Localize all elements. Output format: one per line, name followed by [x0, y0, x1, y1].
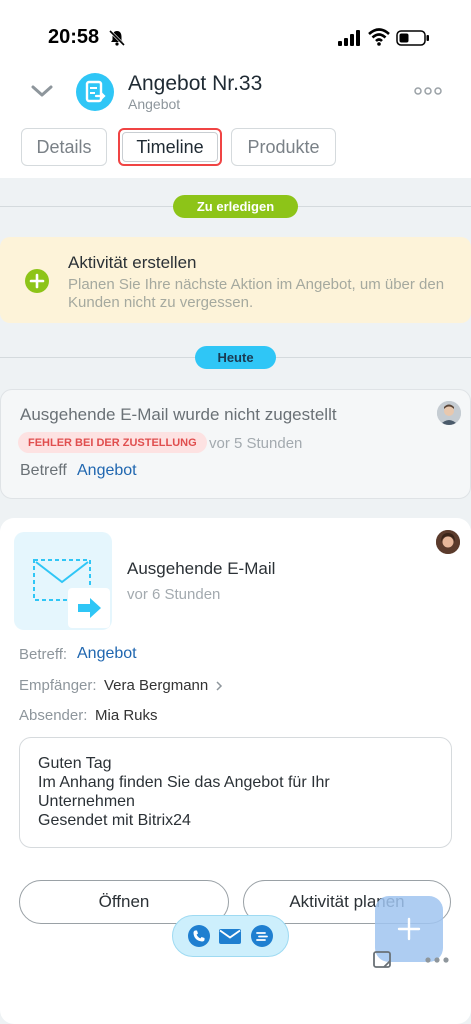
communication-bar — [172, 915, 289, 957]
sender-label: Absender: — [19, 707, 88, 724]
avatar — [436, 530, 460, 554]
message-line: Guten Tag — [38, 755, 112, 772]
battery-icon — [396, 30, 429, 46]
more-icon[interactable] — [424, 955, 450, 965]
recipient-name: Vera Bergmann — [104, 677, 209, 694]
failed-email-title: Ausgehende E-Mail wurde nicht zugestellt — [20, 405, 337, 424]
subject-link[interactable]: Angebot — [77, 645, 137, 663]
recipient-label: Empfänger: — [19, 677, 97, 694]
mail-icon[interactable] — [218, 926, 242, 946]
message-line: Gesendet mit Bitrix24 — [38, 812, 191, 829]
tab-details[interactable]: Details — [21, 128, 107, 166]
phone-icon[interactable] — [187, 924, 211, 948]
email-title: Ausgehende E-Mail — [127, 559, 276, 578]
entity-title: Angebot Nr.33 — [128, 72, 263, 95]
tab-timeline[interactable]: Timeline — [118, 128, 222, 166]
avatar — [437, 401, 461, 425]
wifi-icon — [368, 28, 390, 46]
create-activity-card[interactable]: Aktivität erstellen Planen Sie Ihre näch… — [0, 237, 471, 323]
create-activity-description: Planen Sie Ihre nächste Aktion im Angebo… — [68, 276, 445, 311]
subject-label: Betreff — [20, 462, 67, 479]
recipient-link[interactable]: Vera Bergmann — [104, 677, 224, 694]
error-status-badge: FEHLER BEI DER ZUSTELLUNG — [18, 432, 207, 453]
message-line: Im Anhang finden Sie das Angebot für Ihr — [38, 774, 330, 791]
more-icon[interactable] — [414, 86, 442, 96]
chevron-right-icon — [216, 681, 223, 691]
plus-circle-icon — [25, 269, 49, 293]
email-message-body: Guten Tag Im Anhang finden Sie das Angeb… — [19, 737, 452, 848]
email-time: vor 6 Stunden — [127, 586, 221, 603]
entity-header: Angebot Nr.33 Angebot Details Timeline P… — [0, 60, 471, 178]
failed-email-time: vor 5 Stunden — [209, 435, 303, 452]
subject-label: Betreff: — [19, 646, 68, 663]
note-icon[interactable] — [372, 950, 394, 970]
todo-section-label: Zu erledigen — [173, 195, 298, 218]
failed-email-card[interactable]: Ausgehende E-Mail wurde nicht zugestellt… — [0, 389, 471, 499]
entity-subtitle: Angebot — [128, 96, 181, 112]
subject-link[interactable]: Angebot — [77, 462, 137, 480]
sender-name: Mia Ruks — [95, 707, 158, 724]
status-time: 20:58 — [48, 26, 100, 48]
tab-timeline-label: Timeline — [122, 132, 218, 162]
bell-off-icon — [108, 29, 126, 47]
send-arrow-icon — [68, 588, 110, 628]
tab-products[interactable]: Produkte — [231, 128, 336, 166]
chevron-down-icon[interactable] — [30, 82, 54, 100]
signal-icon — [338, 30, 360, 46]
document-icon — [76, 73, 114, 111]
message-line: Unternehmen — [38, 793, 135, 810]
chat-icon[interactable] — [250, 924, 274, 948]
today-section-label: Heute — [195, 346, 276, 369]
create-activity-title: Aktivität erstellen — [68, 253, 197, 272]
